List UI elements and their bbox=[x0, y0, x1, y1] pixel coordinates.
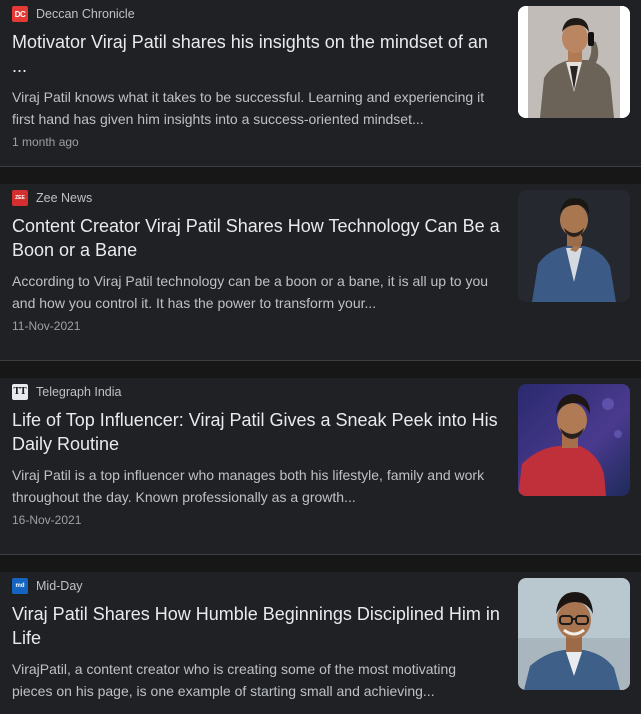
zee-news-favicon-icon: ZEE bbox=[12, 190, 28, 206]
news-card[interactable]: ZEE Zee News Content Creator Viraj Patil… bbox=[0, 184, 641, 360]
source-name: Telegraph India bbox=[36, 385, 122, 399]
news-source: DC Deccan Chronicle bbox=[12, 6, 135, 22]
article-thumbnail[interactable] bbox=[518, 190, 630, 302]
article-thumbnail[interactable] bbox=[518, 578, 630, 690]
article-snippet: According to Viraj Patil technology can … bbox=[12, 273, 489, 311]
mid-day-favicon-icon: md bbox=[12, 578, 28, 594]
article-headline[interactable]: Motivator Viraj Patil shares his insight… bbox=[12, 30, 504, 78]
telegraph-india-favicon-icon: TT bbox=[12, 384, 28, 400]
article-headline[interactable]: Viraj Patil Shares How Humble Beginnings… bbox=[12, 602, 504, 650]
news-card[interactable]: md Mid-Day Viraj Patil Shares How Humble… bbox=[0, 572, 641, 714]
article-date: 1 month ago bbox=[12, 135, 79, 149]
article-snippet: Viraj Patil is a top influencer who mana… bbox=[12, 467, 485, 505]
news-feed: DC Deccan Chronicle Motivator Viraj Pati… bbox=[0, 0, 641, 714]
news-card[interactable]: TT Telegraph India Life of Top Influence… bbox=[0, 378, 641, 554]
card-divider bbox=[0, 554, 641, 572]
news-card[interactable]: DC Deccan Chronicle Motivator Viraj Pati… bbox=[0, 0, 641, 166]
article-headline[interactable]: Life of Top Influencer: Viraj Patil Give… bbox=[12, 408, 504, 456]
article-headline[interactable]: Content Creator Viraj Patil Shares How T… bbox=[12, 214, 504, 262]
source-name: Mid-Day bbox=[36, 579, 83, 593]
source-name: Zee News bbox=[36, 191, 93, 205]
article-date: 11-Nov-2021 bbox=[12, 319, 81, 333]
news-source: ZEE Zee News bbox=[12, 190, 92, 206]
card-divider bbox=[0, 166, 641, 184]
news-source: md Mid-Day bbox=[12, 578, 83, 594]
article-thumbnail[interactable] bbox=[518, 384, 630, 496]
article-snippet: Viraj Patil knows what it takes to be su… bbox=[12, 89, 485, 127]
card-divider bbox=[0, 360, 641, 378]
source-name: Deccan Chronicle bbox=[36, 7, 135, 21]
news-source: TT Telegraph India bbox=[12, 384, 121, 400]
article-snippet: VirajPatil, a content creator who is cre… bbox=[12, 661, 457, 699]
deccan-chronicle-favicon-icon: DC bbox=[12, 6, 28, 22]
article-date: 16-Nov-2021 bbox=[12, 513, 82, 527]
article-thumbnail[interactable] bbox=[518, 6, 630, 118]
